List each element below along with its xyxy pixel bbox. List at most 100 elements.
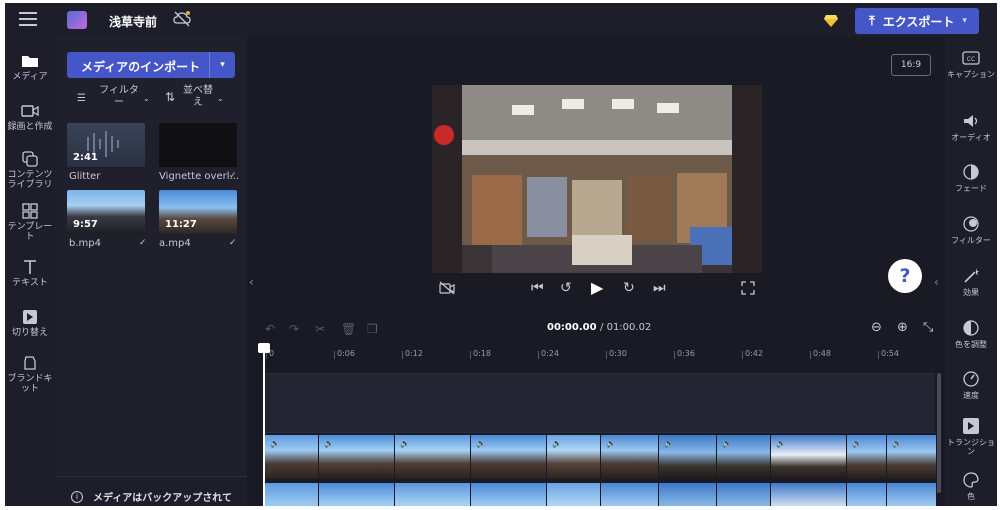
skip-back-icon[interactable]: ⏮ xyxy=(531,281,544,295)
timecode: 00:00.00 / 01:00.02 xyxy=(547,322,651,333)
video-clip[interactable] xyxy=(717,483,771,506)
fit-to-screen-icon[interactable]: ⤡ xyxy=(923,320,933,335)
backup-notice[interactable]: i メディアはバックアップされて xyxy=(55,476,247,506)
nav-item-fade[interactable]: フェード xyxy=(945,163,997,193)
nav-label: メディア xyxy=(12,72,48,82)
chevron-down-icon[interactable]: ▾ xyxy=(209,52,235,78)
video-clip[interactable] xyxy=(887,483,937,506)
video-clip[interactable] xyxy=(471,483,547,506)
nav-item-brand-kit[interactable]: ブランドキット xyxy=(5,355,55,394)
nav-label: テキスト xyxy=(12,278,48,288)
help-button[interactable]: ? xyxy=(888,259,922,293)
media-item[interactable]: 2:41 xyxy=(67,123,145,167)
nav-item-content-library[interactable]: コンテンツライブラリ xyxy=(5,151,55,190)
speaker-icon: 🔈 xyxy=(324,439,334,448)
video-clip[interactable] xyxy=(847,483,887,506)
ruler-tick: 0:30 xyxy=(606,349,627,359)
nav-item-filters[interactable]: フィルター xyxy=(945,215,997,245)
video-clip[interactable] xyxy=(395,483,471,506)
nav-item-speed[interactable]: 速度 xyxy=(945,370,997,400)
video-clip[interactable]: 🔈 xyxy=(395,435,471,479)
cloud-off-icon[interactable] xyxy=(173,11,191,27)
empty-track[interactable] xyxy=(265,373,935,433)
speaker-icon: 🔈 xyxy=(852,439,862,448)
nav-item-media[interactable]: メディア xyxy=(5,53,55,82)
nav-item-transitions[interactable]: トランジション xyxy=(945,417,997,456)
current-time: 00:00.00 xyxy=(547,322,597,333)
video-clip[interactable] xyxy=(659,483,717,506)
trash-icon[interactable]: 🗑 xyxy=(341,322,356,336)
check-icon: ✓ xyxy=(139,238,147,248)
nav-label: コンテンツライブラリ xyxy=(7,170,53,190)
filter-label: フィルター xyxy=(99,85,139,108)
aspect-ratio-button[interactable]: 16:9 xyxy=(891,54,931,76)
video-clip[interactable] xyxy=(601,483,659,506)
nav-item-adjust-colors[interactable]: 色を調整 xyxy=(945,319,997,349)
nav-item-templates[interactable]: テンプレート xyxy=(5,203,55,242)
video-clip[interactable]: 🔈 xyxy=(601,435,659,479)
video-clip[interactable]: 🔈 xyxy=(547,435,601,479)
video-clip[interactable] xyxy=(771,483,847,506)
chevron-down-icon: ⌄ xyxy=(143,94,150,103)
copy-icon[interactable]: ❐ xyxy=(367,322,378,336)
nav-label: テンプレート xyxy=(7,222,53,242)
diamond-icon[interactable] xyxy=(823,12,839,28)
top-bar: 浅草寺前 ⤒ エクスポート ▾ xyxy=(5,3,997,37)
nav-item-audio[interactable]: オーディオ xyxy=(945,112,997,142)
video-clip[interactable] xyxy=(265,483,319,506)
nav-item-captions[interactable]: CC キャプション xyxy=(945,49,997,79)
nav-label: フィルター xyxy=(951,236,991,245)
ruler-tick: 0:48 xyxy=(810,349,831,359)
collapse-panel-right-icon[interactable]: ‹ xyxy=(934,275,939,289)
nav-item-transitions[interactable]: 切り替え xyxy=(5,309,55,338)
media-item[interactable]: 11:27 xyxy=(159,190,237,234)
sort-label: 並べ替え xyxy=(183,85,213,108)
media-item[interactable]: 9:57 xyxy=(67,190,145,234)
upload-icon: ⤒ xyxy=(869,13,875,29)
video-clip[interactable]: 🔈 xyxy=(847,435,887,479)
fullscreen-icon[interactable] xyxy=(741,281,755,295)
export-label: エクスポート xyxy=(882,14,955,29)
nav-item-color[interactable]: 色 xyxy=(945,471,997,501)
import-media-button[interactable]: メディアのインポート ▾ xyxy=(67,52,235,78)
media-item[interactable] xyxy=(159,123,237,167)
transition-icon xyxy=(23,310,37,324)
rewind-5-icon[interactable]: ↺ xyxy=(560,281,572,295)
undo-icon[interactable]: ↶ xyxy=(265,322,275,336)
hamburger-icon[interactable] xyxy=(19,12,37,26)
video-clip[interactable]: 🔈 xyxy=(887,435,937,479)
nav-item-record[interactable]: 録画と作成 xyxy=(5,103,55,132)
redo-icon[interactable]: ↷ xyxy=(289,322,299,336)
video-clip[interactable]: 🔈 xyxy=(471,435,547,479)
speaker-icon: 🔈 xyxy=(606,439,616,448)
nav-label: 効果 xyxy=(963,288,979,297)
timeline-ruler[interactable]: 0 0:06 0:12 0:18 0:24 0:30 0:36 0:42 0:4… xyxy=(265,349,935,365)
duration-badge: 2:41 xyxy=(73,152,98,163)
zoom-in-icon[interactable]: ⊕ xyxy=(897,320,908,335)
collapse-panel-left-icon[interactable]: ‹ xyxy=(249,275,254,289)
video-clip[interactable]: 🔈 xyxy=(319,435,395,479)
project-title[interactable]: 浅草寺前 xyxy=(109,13,157,30)
video-clip[interactable] xyxy=(547,483,601,506)
camera-icon xyxy=(21,105,39,117)
video-clip[interactable] xyxy=(319,483,395,506)
camera-off-icon[interactable] xyxy=(439,281,455,295)
play-icon[interactable]: ▶ xyxy=(591,280,603,296)
export-button[interactable]: ⤒ エクスポート ▾ xyxy=(855,8,979,34)
nav-item-effects[interactable]: 効果 xyxy=(945,267,997,297)
duration-badge: 11:27 xyxy=(165,219,197,230)
zoom-out-icon[interactable]: ⊖ xyxy=(871,320,882,335)
video-clip[interactable]: 🔈 xyxy=(771,435,847,479)
timeline-scrollbar[interactable] xyxy=(937,373,941,493)
nav-item-text[interactable]: テキスト xyxy=(5,259,55,288)
scissors-icon[interactable]: ✂ xyxy=(315,322,325,336)
app-window: 浅草寺前 ⤒ エクスポート ▾ メディア 録画と作成 コンテンツライブラリ テン… xyxy=(5,3,997,506)
video-preview[interactable] xyxy=(432,85,762,273)
video-clip[interactable]: 🔈 xyxy=(265,435,319,479)
video-clip[interactable]: 🔈 xyxy=(717,435,771,479)
playhead[interactable] xyxy=(258,343,270,506)
video-clip[interactable]: 🔈 xyxy=(659,435,717,479)
speaker-icon: 🔈 xyxy=(270,439,280,448)
skip-forward-icon[interactable]: ⏭ xyxy=(653,281,666,295)
forward-5-icon[interactable]: ↻ xyxy=(623,281,635,295)
